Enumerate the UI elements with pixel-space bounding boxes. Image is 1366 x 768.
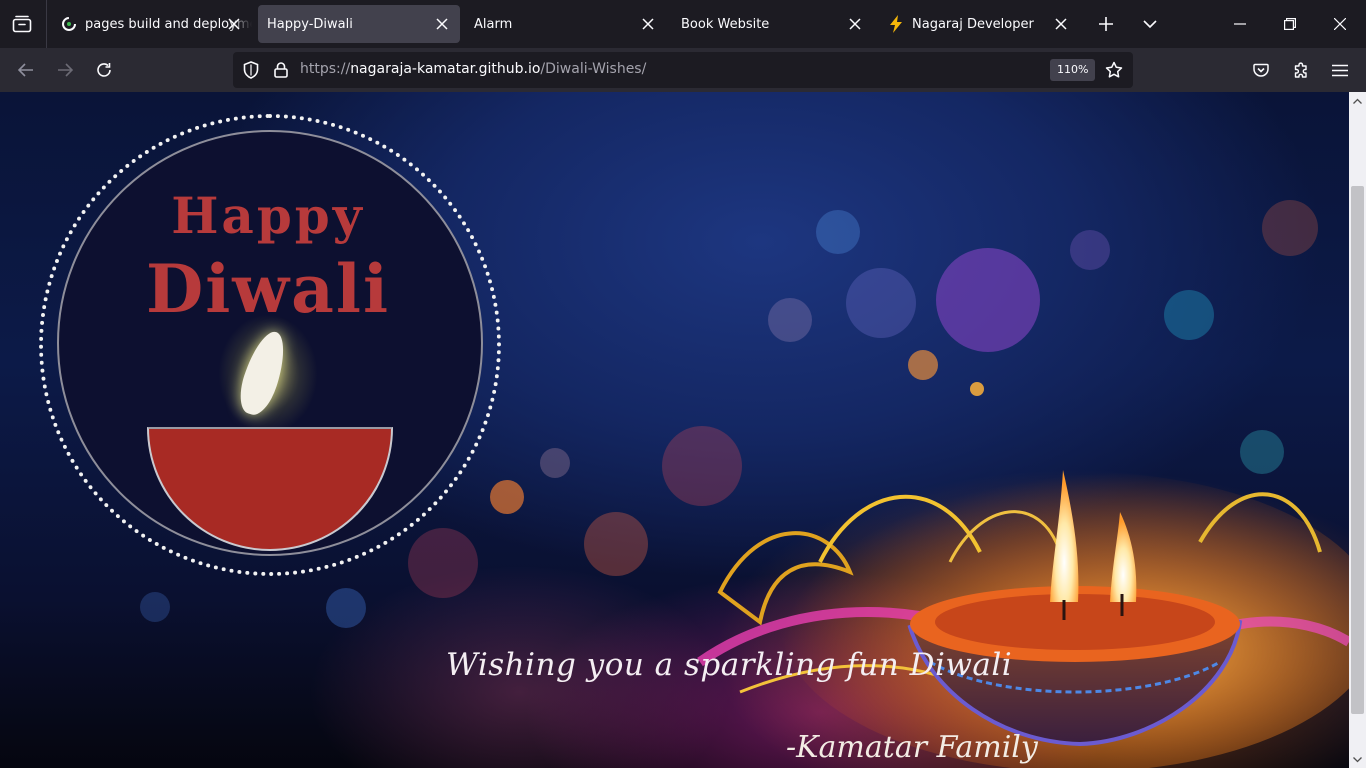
- github-actions-icon: [61, 16, 77, 32]
- tab-close-icon[interactable]: [434, 16, 450, 32]
- list-all-tabs-icon[interactable]: [1136, 10, 1164, 38]
- forward-icon[interactable]: [51, 56, 79, 84]
- tracking-protection-shield-icon[interactable]: [241, 60, 261, 80]
- bokeh-light: [768, 298, 812, 342]
- tab-title: Alarm: [474, 16, 513, 32]
- scroll-down-arrow-icon[interactable]: [1349, 751, 1366, 768]
- tab-alarm[interactable]: Alarm: [465, 5, 666, 43]
- url-text[interactable]: https://nagaraja-kamatar.github.io/Diwal…: [300, 61, 646, 77]
- bookmark-star-icon[interactable]: [1103, 59, 1125, 81]
- tab-close-icon[interactable]: [847, 16, 863, 32]
- minimize-icon[interactable]: [1226, 10, 1254, 38]
- pocket-icon[interactable]: [1247, 56, 1275, 84]
- bokeh-light: [816, 210, 860, 254]
- tab-strip: pages build and deployment Happy-Diwali …: [0, 0, 1366, 48]
- lock-icon[interactable]: [271, 60, 291, 80]
- bokeh-light: [846, 268, 916, 338]
- diya-lamp-illustration: [697, 470, 1349, 768]
- tab-pages-build[interactable]: pages build and deployment: [52, 5, 252, 43]
- new-tab-icon[interactable]: [1092, 10, 1120, 38]
- reload-icon[interactable]: [90, 56, 118, 84]
- tab-overview-icon[interactable]: [6, 8, 38, 40]
- bokeh-light: [408, 528, 478, 598]
- tab-close-icon[interactable]: [640, 16, 656, 32]
- greeting-happy: Happy: [171, 186, 365, 245]
- bokeh-light: [490, 480, 524, 514]
- navigation-toolbar: https://nagaraja-kamatar.github.io/Diwal…: [0, 48, 1366, 92]
- tab-book-website[interactable]: Book Website: [672, 5, 873, 43]
- bokeh-light: [1164, 290, 1214, 340]
- url-scheme: https://: [300, 61, 351, 77]
- bokeh-light: [584, 512, 648, 576]
- page-scrollbar[interactable]: [1349, 92, 1366, 768]
- zoom-level-badge[interactable]: 110%: [1050, 59, 1096, 81]
- signature: -Kamatar Family: [786, 730, 1038, 765]
- scroll-up-arrow-icon[interactable]: [1349, 92, 1366, 109]
- url-path: /Diwali-Wishes/: [540, 61, 647, 77]
- tab-close-icon[interactable]: [1053, 16, 1069, 32]
- bokeh-light: [140, 592, 170, 622]
- back-icon[interactable]: [12, 56, 40, 84]
- restore-window-icon[interactable]: [1276, 10, 1304, 38]
- wish-message: Wishing you a sparkling fun Diwali: [446, 647, 1013, 683]
- close-window-icon[interactable]: [1326, 10, 1354, 38]
- url-host: nagaraja-kamatar.github.io: [350, 61, 541, 77]
- extensions-puzzle-icon[interactable]: [1287, 56, 1315, 84]
- scroll-thumb[interactable]: [1351, 186, 1364, 714]
- bokeh-light: [540, 448, 570, 478]
- bokeh-light: [936, 248, 1040, 352]
- bokeh-light: [1070, 230, 1110, 270]
- bokeh-light: [1262, 200, 1318, 256]
- app-menu-hamburger-icon[interactable]: [1326, 56, 1354, 84]
- tab-title: Book Website: [681, 16, 770, 32]
- bokeh-light: [326, 588, 366, 628]
- tab-close-icon[interactable]: [226, 16, 242, 32]
- page-content: Happy Diwali Wishing you a sparkling fun…: [0, 92, 1349, 768]
- tab-nagaraj-developer[interactable]: Nagaraj Developer: [879, 5, 1079, 43]
- tab-happy-diwali[interactable]: Happy-Diwali: [258, 5, 460, 43]
- tab-strip-divider: [46, 0, 47, 48]
- tab-title: Happy-Diwali: [267, 16, 353, 32]
- lightning-bolt-icon: [888, 15, 904, 33]
- url-bar[interactable]: https://nagaraja-kamatar.github.io/Diwal…: [233, 52, 1133, 88]
